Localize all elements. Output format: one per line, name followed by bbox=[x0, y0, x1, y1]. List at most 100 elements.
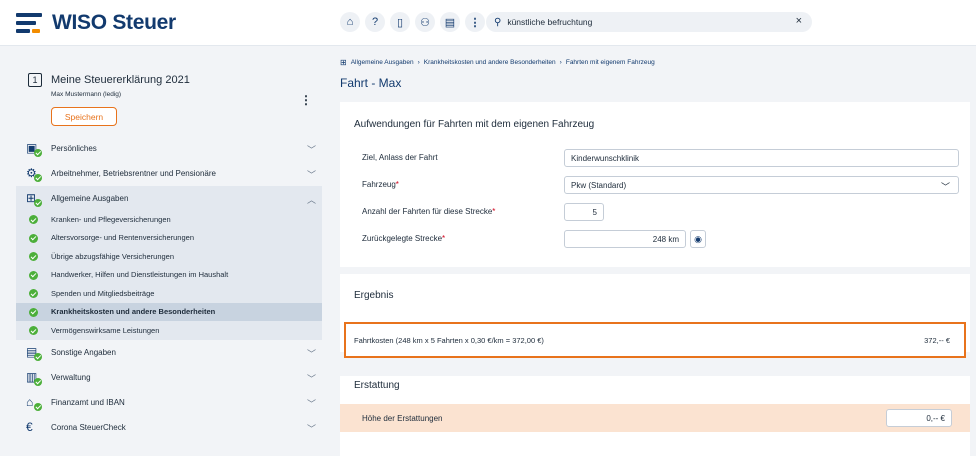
search-icon: ⚲ bbox=[494, 16, 502, 28]
result-text: Fahrtkosten (248 km x 5 Fahrten x 0,30 €… bbox=[354, 336, 544, 345]
kebab-menu-icon[interactable]: ⋮ bbox=[300, 93, 312, 107]
check-icon bbox=[29, 289, 38, 298]
sidebar: 1 Meine Steuererklärung 2021 Max Musterm… bbox=[0, 46, 332, 456]
sidebar-item-finanzamt[interactable]: ⌂ Finanzamt und IBAN ﹀ bbox=[16, 390, 322, 415]
sidebar-subitem[interactable]: Kranken- und Pflegeversicherungen bbox=[16, 210, 322, 229]
chevron-down-icon: ﹀ bbox=[306, 398, 316, 409]
people-icon[interactable]: ⚇ bbox=[415, 12, 435, 32]
chevron-down-icon: ﹀ bbox=[306, 145, 316, 155]
sidebar-item-label: Finanzamt und IBAN bbox=[51, 397, 125, 407]
check-icon bbox=[29, 233, 38, 243]
sidebar-item-label: Corona SteuerCheck bbox=[51, 422, 126, 432]
fahrzeug-select[interactable]: Pkw (Standard) ﹀ bbox=[564, 176, 959, 194]
sidebar-item-label: Allgemeine Ausgaben bbox=[51, 193, 129, 203]
sidebar-item-corona[interactable]: € Corona SteuerCheck ﹀ bbox=[16, 415, 322, 440]
sidebar-item-label: Verwaltung bbox=[51, 372, 91, 382]
building-icon: ⌂ bbox=[26, 395, 42, 411]
sidebar-subitem[interactable]: Handwerker, Hilfen und Dienstleistungen … bbox=[16, 266, 322, 285]
result-highlight-box: Fahrtkosten (248 km x 5 Fahrten x 0,30 €… bbox=[344, 322, 966, 358]
sidebar-subitem-label: Übrige abzugsfähige Versicherungen bbox=[51, 251, 174, 261]
top-bar: WISO Steuer ⌂ ? ▯ ⚇ ▤ ⋮ ⚲ × bbox=[0, 0, 976, 46]
check-icon bbox=[29, 270, 38, 280]
anzahl-input[interactable]: 5 bbox=[564, 203, 604, 221]
toolbar-icons: ⌂ ? ▯ ⚇ ▤ ⋮ bbox=[340, 12, 485, 32]
location-pin-icon[interactable]: ◉ bbox=[690, 230, 706, 248]
check-icon bbox=[29, 326, 38, 335]
expenses-icon: ⊞ bbox=[340, 58, 347, 67]
anzahl-label: Anzahl der Fahrten für diese Strecke* bbox=[362, 207, 496, 216]
strecke-label: Zurückgelegte Strecke* bbox=[362, 234, 446, 243]
breadcrumb-item[interactable]: Krankheitskosten und andere Besonderheit… bbox=[424, 59, 556, 66]
check-icon bbox=[34, 352, 42, 361]
euro-icon: € bbox=[26, 419, 33, 434]
page-title: Fahrt - Max bbox=[340, 76, 402, 90]
search-input[interactable] bbox=[507, 17, 788, 27]
chevron-down-icon: ﹀ bbox=[306, 373, 316, 384]
sidebar-subitem-active[interactable]: Krankheitskosten und andere Besonderheit… bbox=[16, 302, 322, 321]
sidebar-item-label: Arbeitnehmer, Betriebsrentner und Pensio… bbox=[51, 169, 216, 178]
check-icon bbox=[29, 307, 38, 317]
sidebar-item-verwaltung[interactable]: ▥ Verwaltung ﹀ bbox=[16, 365, 322, 390]
sidebar-subitem[interactable]: Übrige abzugsfähige Versicherungen bbox=[16, 247, 322, 266]
main-content: ⊞ Allgemeine Ausgaben › Krankheitskosten… bbox=[332, 46, 976, 456]
chevron-down-icon: ﹀ bbox=[306, 170, 316, 180]
sidebar-subitem-label: Spenden und Mitgliedsbeiträge bbox=[51, 288, 155, 298]
documents-icon[interactable]: ▤ bbox=[440, 12, 460, 32]
form-icon: ▤ bbox=[26, 345, 42, 361]
sidebar-item-arbeitnehmer[interactable]: ⚙ Arbeitnehmer, Betriebsrentner und Pens… bbox=[16, 161, 322, 186]
refund-input[interactable]: 0,-- € bbox=[886, 409, 952, 427]
sidebar-item-label: Persönliches bbox=[51, 144, 97, 153]
vehicle-expenses-card: Aufwendungen für Fahrten mit dem eigenen… bbox=[340, 102, 970, 267]
sidebar-item-label: Sonstige Angaben bbox=[51, 347, 116, 357]
bookmark-icon[interactable]: ▯ bbox=[390, 12, 410, 32]
worker-icon: ⚙ bbox=[26, 166, 42, 182]
sidebar-header: 1 Meine Steuererklärung 2021 Max Musterm… bbox=[0, 46, 332, 136]
logo-text: WISO Steuer bbox=[52, 11, 176, 34]
wiso-logo[interactable]: WISO Steuer bbox=[16, 10, 176, 36]
check-icon bbox=[34, 199, 42, 207]
sidebar-item-persoenliches[interactable]: ▣ Persönliches ﹀ bbox=[16, 136, 322, 161]
sidebar-item-allgemeine-ausgaben[interactable]: ⊞ Allgemeine Ausgaben ︿ bbox=[16, 186, 322, 210]
refund-card: Erstattung Höhe der Erstattungen 0,-- € bbox=[340, 376, 970, 456]
fahrzeug-label: Fahrzeug* bbox=[362, 180, 399, 189]
card-title: Erstattung bbox=[354, 380, 400, 391]
chevron-down-icon: ﹀ bbox=[306, 348, 316, 359]
close-icon[interactable]: × bbox=[796, 15, 802, 27]
sidebar-group-allgemeine-ausgaben: ⊞ Allgemeine Ausgaben ︿ Kranken- und Pfl… bbox=[16, 186, 322, 340]
check-icon bbox=[29, 252, 38, 261]
breadcrumb-separator: › bbox=[417, 59, 420, 66]
return-title: Meine Steuererklärung 2021 bbox=[51, 74, 190, 86]
sidebar-item-sonstige-angaben[interactable]: ▤ Sonstige Angaben ﹀ bbox=[16, 340, 322, 365]
sidebar-nav: ▣ Persönliches ﹀ ⚙ Arbeitnehmer, Betrieb… bbox=[16, 136, 322, 440]
return-number-badge: 1 bbox=[28, 73, 42, 87]
ziel-input[interactable]: Kinderwunschklinik bbox=[564, 149, 959, 167]
sidebar-subitem[interactable]: Spenden und Mitgliedsbeiträge bbox=[16, 284, 322, 303]
result-value: 372,-- € bbox=[924, 336, 950, 345]
sidebar-subitem-label: Altersvorsorge- und Rentenversicherungen bbox=[51, 233, 194, 243]
strecke-input[interactable]: 248 km bbox=[564, 230, 686, 248]
chevron-down-icon: ﹀ bbox=[306, 423, 316, 434]
sidebar-subitem[interactable]: Altersvorsorge- und Rentenversicherungen bbox=[16, 229, 322, 248]
more-icon[interactable]: ⋮ bbox=[465, 12, 485, 32]
breadcrumb-separator: › bbox=[559, 59, 562, 66]
logo-mark-icon bbox=[16, 12, 42, 34]
help-icon[interactable]: ? bbox=[365, 12, 385, 32]
card-title: Aufwendungen für Fahrten mit dem eigenen… bbox=[354, 119, 595, 130]
sidebar-subitem-label: Krankheitskosten und andere Besonderheit… bbox=[51, 307, 216, 317]
sidebar-subitem-label: Handwerker, Hilfen und Dienstleistungen … bbox=[51, 270, 229, 280]
check-icon bbox=[29, 215, 38, 224]
card-title: Ergebnis bbox=[354, 290, 394, 301]
ziel-label: Ziel, Anlass der Fahrt bbox=[362, 153, 438, 162]
folders-icon: ▥ bbox=[26, 370, 42, 386]
save-button[interactable]: Speichern bbox=[51, 107, 117, 126]
breadcrumb-item[interactable]: Allgemeine Ausgaben bbox=[351, 59, 414, 66]
check-icon bbox=[34, 377, 42, 386]
taxpayer-name: Max Mustermann (ledig) bbox=[51, 91, 122, 98]
sidebar-subitem[interactable]: Vermögenswirksame Leistungen bbox=[16, 321, 322, 340]
refund-row: Höhe der Erstattungen 0,-- € bbox=[340, 404, 970, 432]
home-icon[interactable]: ⌂ bbox=[340, 12, 360, 32]
fahrzeug-select-value: Pkw (Standard) bbox=[571, 180, 627, 190]
breadcrumb-item[interactable]: Fahrten mit eigenem Fahrzeug bbox=[566, 59, 655, 66]
chevron-down-icon: ﹀ bbox=[940, 182, 950, 192]
check-icon bbox=[34, 174, 42, 182]
